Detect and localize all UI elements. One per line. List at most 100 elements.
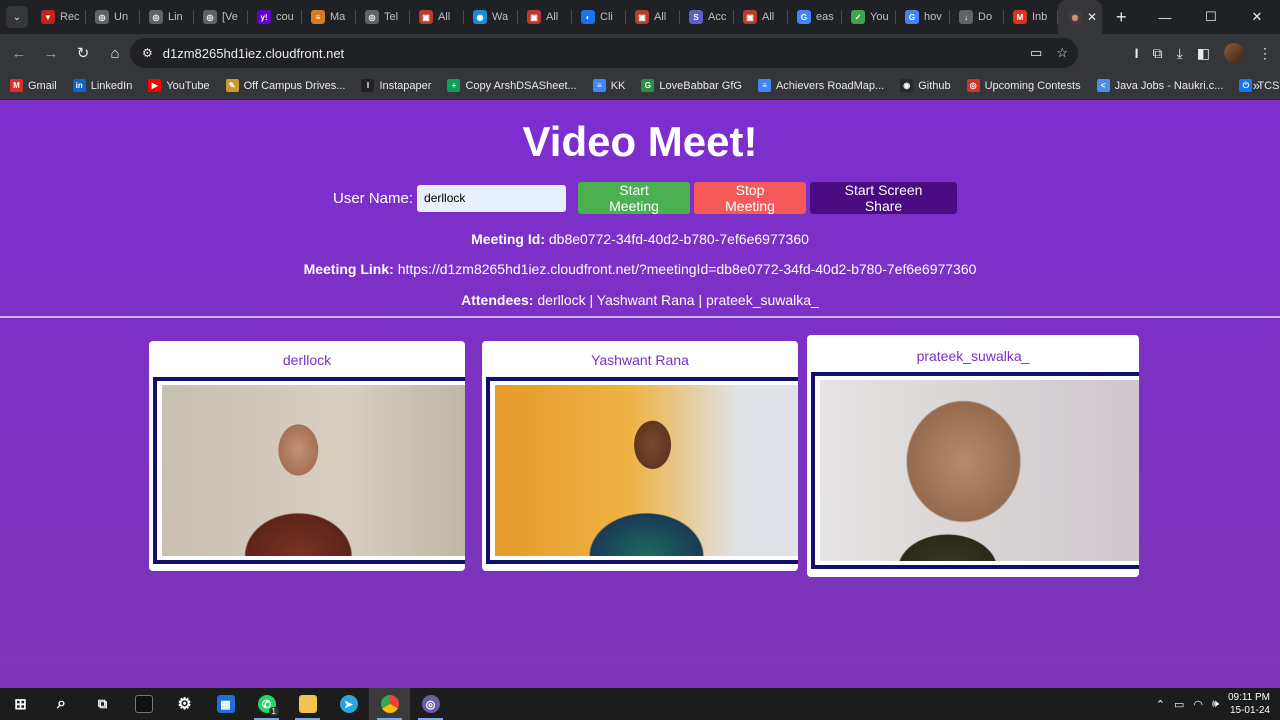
bookmark-item[interactable]: ▶ YouTube	[148, 79, 210, 92]
browser-tab[interactable]: ▣ All	[518, 0, 572, 34]
browser-tab[interactable]: ≡ Ma	[302, 0, 356, 34]
browser-tab[interactable]: ▣ All	[626, 0, 680, 34]
browser-tab[interactable]: ▼ Rec	[32, 0, 86, 34]
home-icon[interactable]: ⌂	[100, 38, 130, 68]
extensions-puzzle-icon[interactable]: ⧉	[1153, 45, 1163, 62]
battery-icon[interactable]: ▭	[1174, 698, 1184, 711]
browser-tab[interactable]: ◉ Wa	[464, 0, 518, 34]
bookmark-item[interactable]: ≡ KK	[592, 79, 625, 92]
url-text[interactable]: d1zm8265hd1iez.cloudfront.net	[163, 46, 344, 61]
notification-badge: 1	[268, 707, 279, 716]
bookmark-favicon-icon: G	[641, 79, 655, 92]
browser-tab[interactable]: Ghov	[896, 0, 950, 34]
instapaper-extension-icon[interactable]: I	[1135, 45, 1139, 61]
bookmark-item[interactable]: ✎ Off Campus Drives...	[225, 79, 345, 92]
volume-icon[interactable]: 🕪	[1212, 698, 1219, 711]
chevron-up-icon[interactable]: ⌃	[1156, 698, 1165, 711]
browser-tab[interactable]: ◎ [Ve	[194, 0, 248, 34]
bookmark-item[interactable]: G LoveBabbar GfG	[641, 79, 742, 92]
browser-tab[interactable]: ▣ All	[410, 0, 464, 34]
taskbar-terminal[interactable]	[123, 688, 164, 720]
window-controls: — ☐ ✕	[1142, 0, 1280, 34]
start-screen-share-button[interactable]: Start Screen Share	[810, 182, 958, 214]
bookmark-favicon-icon: M	[10, 79, 23, 92]
participant-name: prateek_suwalka_	[916, 348, 1030, 364]
more-bookmarks-icon[interactable]: »	[1253, 78, 1260, 93]
minimize-button[interactable]: —	[1142, 0, 1188, 34]
reload-icon[interactable]: ↻	[68, 38, 98, 68]
taskbar-chrome[interactable]	[369, 688, 410, 720]
wifi-icon[interactable]: ◠	[1193, 698, 1203, 711]
clock[interactable]: 09:11 PM 15-01-24	[1228, 691, 1270, 717]
bookmark-label: YouTube	[166, 79, 210, 92]
clock-time: 09:11 PM	[1227, 692, 1270, 703]
forward-arrow-icon[interactable]: →	[36, 38, 66, 68]
browser-tab[interactable]: ◎ Tel	[356, 0, 410, 34]
browser-tab[interactable]: M Inb	[1004, 0, 1058, 34]
browser-tab[interactable]: ↓ Do	[950, 0, 1004, 34]
close-window-button[interactable]: ✕	[1234, 0, 1280, 34]
tab-favicon-icon: ◎	[95, 10, 109, 24]
participant-video[interactable]	[820, 380, 1139, 561]
stop-meeting-button[interactable]: Stop Meeting	[694, 182, 807, 214]
browser-menu-icon[interactable]: ⋮	[1258, 45, 1272, 62]
tab-favicon-icon: ▣	[419, 10, 433, 24]
meeting-id-row: Meeting Id: db8e0772-34fd-40d2-b780-7ef6…	[0, 231, 1280, 247]
start-button[interactable]: ⊞	[0, 688, 41, 720]
bookmark-item[interactable]: M Gmail	[10, 79, 57, 92]
bookmark-item[interactable]: I Instapaper	[361, 79, 431, 92]
tab-favicon-icon: G	[905, 10, 919, 24]
tab-favicon-icon: ▼	[41, 10, 55, 24]
start-meeting-button[interactable]: Start Meeting	[578, 182, 691, 214]
bookmark-favicon-icon: +	[447, 79, 461, 92]
active-tab[interactable]: ◉ ✕	[1058, 0, 1102, 34]
participant-video[interactable]	[495, 385, 798, 556]
bookmark-favicon-icon: ✎	[225, 79, 239, 92]
site-info-icon[interactable]: ⚙	[142, 46, 153, 60]
close-tab-icon[interactable]: ✕	[1087, 10, 1097, 24]
bookmark-item[interactable]: ≡ Achievers RoadMap...	[757, 79, 885, 92]
tab-search-icon[interactable]: ⌄	[6, 6, 28, 28]
browser-tab[interactable]: ✓ You	[842, 0, 896, 34]
taskbar-telegram[interactable]: ➤	[328, 688, 369, 720]
bookmark-item[interactable]: + Copy ArshDSASheet...	[447, 79, 577, 92]
browser-tab-strip: ⌄ ▼ Rec ◎ Un ◎ Lin ◎ [Ve y! cou ≡ Ma ◎ Tel ▣ All ◉ Wa ▣ All…	[0, 0, 1280, 34]
bookmark-item[interactable]: ◎ Upcoming Contests	[966, 79, 1081, 92]
folder-icon	[298, 695, 317, 713]
browser-tab[interactable]: ◎ Lin	[140, 0, 194, 34]
bookmark-item[interactable]: in LinkedIn	[72, 79, 132, 92]
meeting-link-label: Meeting Link:	[303, 261, 394, 277]
browser-tab[interactable]: y! cou	[248, 0, 302, 34]
browser-tab[interactable]: Geas	[788, 0, 842, 34]
bookmark-item[interactable]: ◉ Github	[900, 79, 951, 92]
taskbar-app[interactable]: ◎	[410, 688, 451, 720]
browser-tab[interactable]: ▣ All	[734, 0, 788, 34]
camera-in-use-icon[interactable]: ▭	[1030, 45, 1042, 61]
downloads-icon[interactable]: ⤓	[1177, 45, 1183, 62]
bookmark-star-icon[interactable]: ☆	[1056, 45, 1068, 61]
user-name-input[interactable]	[417, 184, 567, 212]
taskbar-settings[interactable]: ⚙	[164, 688, 205, 720]
side-panel-icon[interactable]: ◧	[1197, 45, 1210, 62]
search-button[interactable]: ⌕	[41, 688, 82, 720]
browser-tab[interactable]: ◎ Un	[86, 0, 140, 34]
maximize-button[interactable]: ☐	[1188, 0, 1234, 34]
taskbar-whatsapp[interactable]: ✆ 1	[246, 688, 287, 720]
task-view-button[interactable]: ⧉	[82, 688, 123, 720]
browser-tab[interactable]: ◐ Cli	[572, 0, 626, 34]
back-arrow-icon[interactable]: ←	[4, 38, 34, 68]
bookmark-item[interactable]: < Java Jobs - Naukri.c...	[1096, 79, 1223, 92]
new-tab-button[interactable]: +	[1116, 7, 1127, 28]
video-meet-page: Video Meet! User Name: Start Meeting Sto…	[0, 100, 1280, 688]
taskbar-calendar[interactable]: ▦	[205, 688, 246, 720]
meeting-link-value[interactable]: https://d1zm8265hd1iez.cloudfront.net/?m…	[398, 261, 977, 277]
bookmark-label: Achievers RoadMap...	[775, 79, 885, 92]
tab-favicon-icon: ↓	[959, 10, 973, 24]
address-bar[interactable]: ⚙ d1zm8265hd1iez.cloudfront.net ▭ ☆	[130, 38, 1078, 68]
taskbar-file-explorer[interactable]	[287, 688, 328, 720]
profile-avatar[interactable]	[1224, 43, 1244, 63]
tab-title: You	[870, 11, 889, 23]
browser-tab[interactable]: S Acc	[680, 0, 734, 34]
participant-video[interactable]	[162, 385, 465, 556]
bookmark-favicon-icon: <	[1096, 79, 1110, 92]
